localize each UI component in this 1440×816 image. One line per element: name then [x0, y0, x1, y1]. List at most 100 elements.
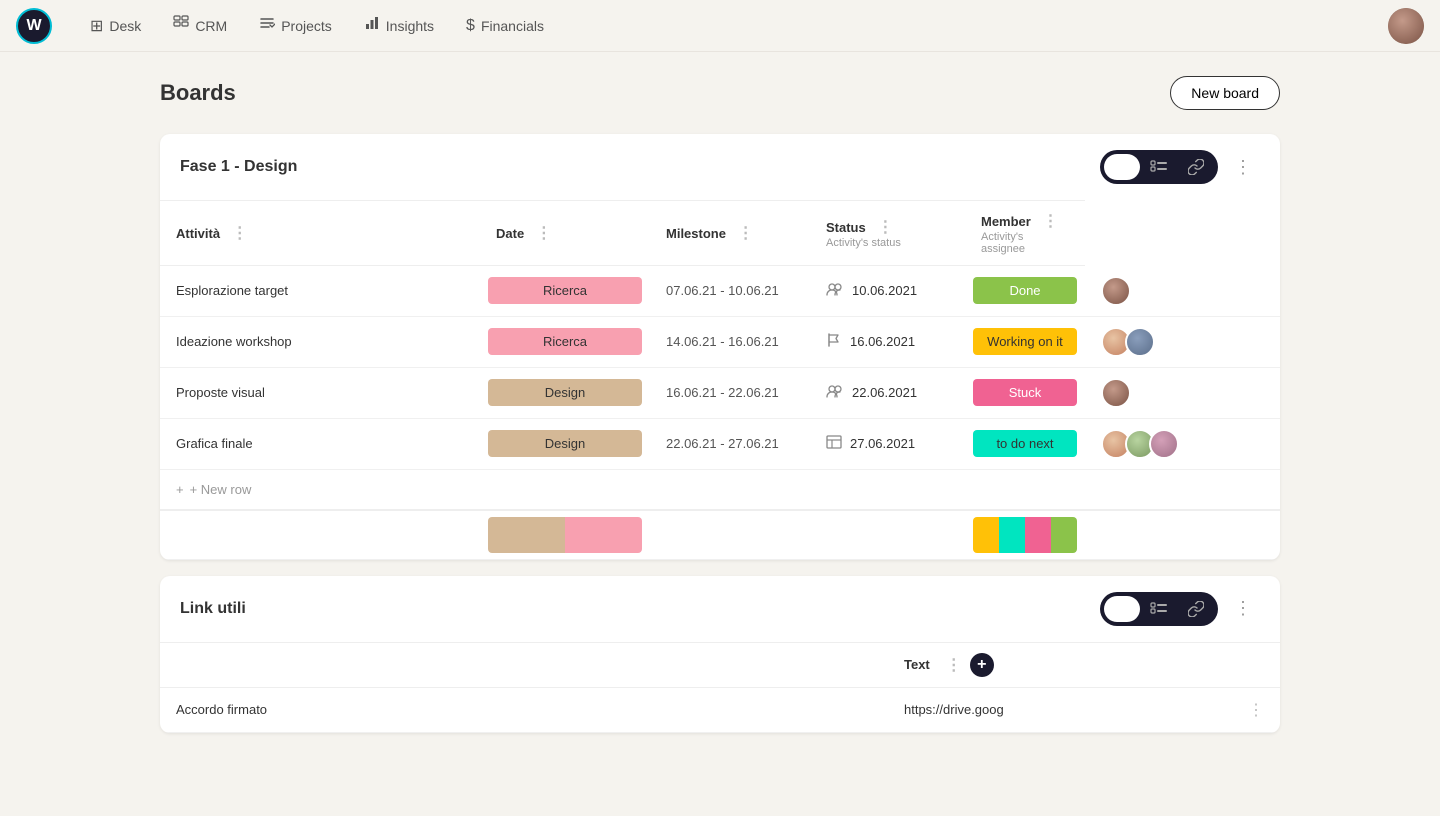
view-controls-link-utili: ⋮	[1100, 592, 1260, 626]
avatar	[1125, 327, 1155, 357]
th-dots-date[interactable]: ⋮	[536, 225, 552, 242]
td-milestone-4: 27.06.2021	[810, 418, 965, 469]
td-summary-milestone	[810, 510, 965, 560]
table-row: Esplorazione target Ricerca 07.06.21 - 1…	[160, 266, 1280, 317]
td-member-4	[1085, 418, 1280, 469]
row-dots-1[interactable]: ⋮	[1248, 700, 1264, 720]
add-column-button[interactable]: +	[970, 653, 994, 677]
bar-working-summary	[973, 517, 999, 553]
view-btn-link-link[interactable]	[1178, 596, 1214, 622]
view-controls-fase1: ⋮	[1100, 150, 1260, 184]
th-dots-member[interactable]: ⋮	[1042, 213, 1058, 230]
bar-ricerca	[565, 517, 642, 553]
view-btn-list[interactable]	[1140, 155, 1178, 179]
td-status-3: Stuck	[965, 367, 1085, 418]
td-summary-date	[650, 510, 810, 560]
td-summary-status	[965, 510, 1085, 560]
td-activity-1: Esplorazione target	[160, 266, 480, 317]
nav-item-crm[interactable]: CRM	[159, 9, 241, 42]
view-toggle-fase1	[1100, 150, 1218, 184]
avatar	[1101, 378, 1131, 408]
td-milestone-3: 22.06.2021	[810, 367, 965, 418]
insights-icon	[364, 15, 380, 36]
crm-icon	[173, 15, 189, 36]
view-btn-grid-link[interactable]	[1104, 596, 1140, 622]
board-link-utili: Link utili	[160, 576, 1280, 733]
th-dots-status[interactable]: ⋮	[877, 219, 893, 236]
view-btn-link[interactable]	[1178, 154, 1214, 180]
td-category-3: Design	[480, 367, 650, 418]
th-activity: Attività ⋮	[160, 201, 480, 266]
projects-icon	[259, 15, 275, 36]
app-logo[interactable]: W	[16, 8, 52, 44]
td-category-4: Design	[480, 418, 650, 469]
summary-row	[160, 510, 1280, 560]
new-board-button[interactable]: New board	[1170, 76, 1280, 110]
th-dots-text[interactable]: ⋮	[946, 655, 962, 675]
td-milestone-2: 16.06.2021	[810, 316, 965, 367]
th-date: Date ⋮	[480, 201, 650, 266]
board-title-fase1: Fase 1 - Design	[180, 158, 297, 176]
th-milestone: Milestone ⋮	[650, 201, 810, 266]
th-dots-activity[interactable]: ⋮	[232, 225, 248, 242]
category-summary-bar	[488, 517, 642, 553]
milestone-flag-icon	[826, 332, 842, 352]
view-btn-list-link[interactable]	[1140, 597, 1178, 621]
milestone-table-icon	[826, 435, 842, 453]
nav-label-projects: Projects	[281, 18, 332, 34]
td-member-2	[1085, 316, 1280, 367]
td-milestone-1: 10.06.2021	[810, 266, 965, 317]
bar-stuck-summary	[1025, 517, 1051, 553]
board-header-fase1: Fase 1 - Design	[160, 134, 1280, 200]
avatar-group-3	[1101, 378, 1131, 408]
nav-item-financials[interactable]: $ Financials	[452, 11, 558, 41]
td-summary-empty	[160, 510, 480, 560]
td-activity-3: Proposte visual	[160, 367, 480, 418]
nav-item-desk[interactable]: ⊞ Desk	[76, 10, 155, 42]
board-more-button-fase1[interactable]: ⋮	[1226, 153, 1260, 182]
td-category-2: Ricerca	[480, 316, 650, 367]
nav-item-projects[interactable]: Projects	[245, 9, 346, 42]
new-row-button[interactable]: + + New row	[160, 470, 1280, 509]
bar-todo-summary	[999, 517, 1025, 553]
table-row: Grafica finale Design 22.06.21 - 27.06.2…	[160, 418, 1280, 469]
new-row-row: + + New row	[160, 469, 1280, 510]
milestone-people-icon	[826, 282, 844, 300]
avatar-group-4	[1101, 429, 1179, 459]
status-summary-bar	[973, 517, 1077, 553]
top-navigation: W ⊞ Desk CRM Pr	[0, 0, 1440, 52]
nav-item-insights[interactable]: Insights	[350, 9, 448, 42]
nav-label-crm: CRM	[195, 18, 227, 34]
board-title-link-utili: Link utili	[180, 600, 246, 618]
financials-icon: $	[466, 17, 475, 35]
view-toggle-link-utili	[1100, 592, 1218, 626]
view-btn-grid[interactable]	[1104, 154, 1140, 180]
desk-icon: ⊞	[90, 16, 103, 36]
nav-items: ⊞ Desk CRM Projects	[76, 9, 1388, 42]
page-header: Boards New board	[160, 76, 1280, 110]
nav-label-insights: Insights	[386, 18, 434, 34]
td-link-name-1: Accordo firmato	[160, 687, 888, 732]
board-header-link-utili: Link utili	[160, 576, 1280, 642]
th-dots-milestone[interactable]: ⋮	[738, 225, 754, 242]
plus-icon: +	[176, 482, 184, 497]
avatar	[1149, 429, 1179, 459]
avatar-group-2	[1101, 327, 1155, 357]
table-row: Proposte visual Design 16.06.21 - 22.06.…	[160, 367, 1280, 418]
td-member-3	[1085, 367, 1280, 418]
td-summary-member	[1085, 510, 1280, 560]
td-new-row: + + New row	[160, 469, 1280, 510]
board-fase1-design: Fase 1 - Design	[160, 134, 1280, 560]
th-status: Status ⋮ Activity's status	[810, 201, 965, 266]
user-avatar[interactable]	[1388, 8, 1424, 44]
nav-label-financials: Financials	[481, 18, 544, 34]
page-title: Boards	[160, 80, 236, 106]
board-more-button-link-utili[interactable]: ⋮	[1226, 594, 1260, 623]
th-link-name	[160, 642, 888, 687]
td-activity-2: Ideazione workshop	[160, 316, 480, 367]
nav-label-desk: Desk	[109, 18, 141, 34]
link-table: Text ⋮ + Accordo firmato https://drive.g…	[160, 642, 1280, 733]
td-member-1	[1085, 266, 1280, 317]
bar-design	[488, 517, 565, 553]
td-status-1: Done	[965, 266, 1085, 317]
